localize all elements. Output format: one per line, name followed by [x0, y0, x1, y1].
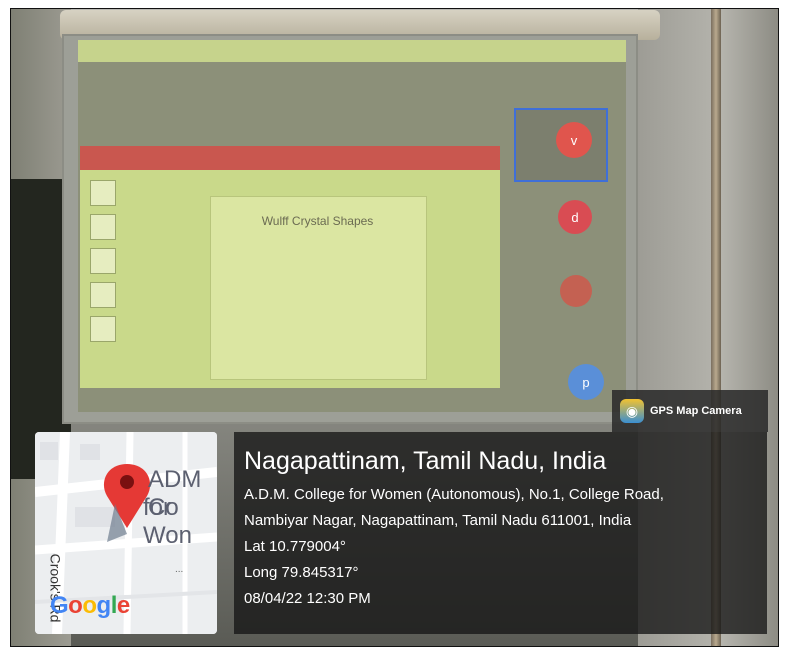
slide-thumbnail: [90, 248, 116, 274]
address-line-1: A.D.M. College for Women (Autonomous), N…: [244, 486, 664, 503]
svg-text:...: ...: [175, 564, 183, 575]
projected-slide-title: Wulff Crystal Shapes: [261, 214, 374, 228]
map-thumbnail: ... ADM Co for Won Crook's Rd Google: [35, 432, 217, 634]
participant-avatar: [560, 275, 592, 307]
gps-camera-label: GPS Map Camera: [650, 405, 742, 417]
participant-avatar: d: [558, 200, 592, 234]
google-logo: Google: [50, 592, 130, 619]
projected-slide-ribbon: [80, 146, 500, 170]
participant-avatar: p: [568, 364, 604, 400]
timestamp: 08/04/22 12:30 PM: [244, 590, 371, 607]
slide-thumbnail: [90, 214, 116, 240]
slide-thumbnail: [90, 282, 116, 308]
address-line-2: Nambiyar Nagar, Nagapattinam, Tamil Nadu…: [244, 512, 632, 529]
map-place-label: for Won: [143, 494, 192, 549]
latitude: Lat 10.779004°: [244, 538, 346, 555]
gps-camera-badge: ◉ GPS Map Camera: [612, 390, 768, 432]
slide-thumbnail: [90, 180, 116, 206]
location-info-panel: Nagapattinam, Tamil Nadu, India A.D.M. C…: [234, 432, 767, 634]
slide-thumbnails: [90, 180, 116, 370]
projected-browser-bar: [78, 40, 626, 62]
map-pin-icon: ◉: [620, 399, 644, 423]
location-city: Nagapattinam, Tamil Nadu, India: [244, 447, 607, 475]
slide-thumbnail: [90, 316, 116, 342]
participant-avatar: v: [556, 122, 592, 158]
longitude: Long 79.845317°: [244, 564, 359, 581]
